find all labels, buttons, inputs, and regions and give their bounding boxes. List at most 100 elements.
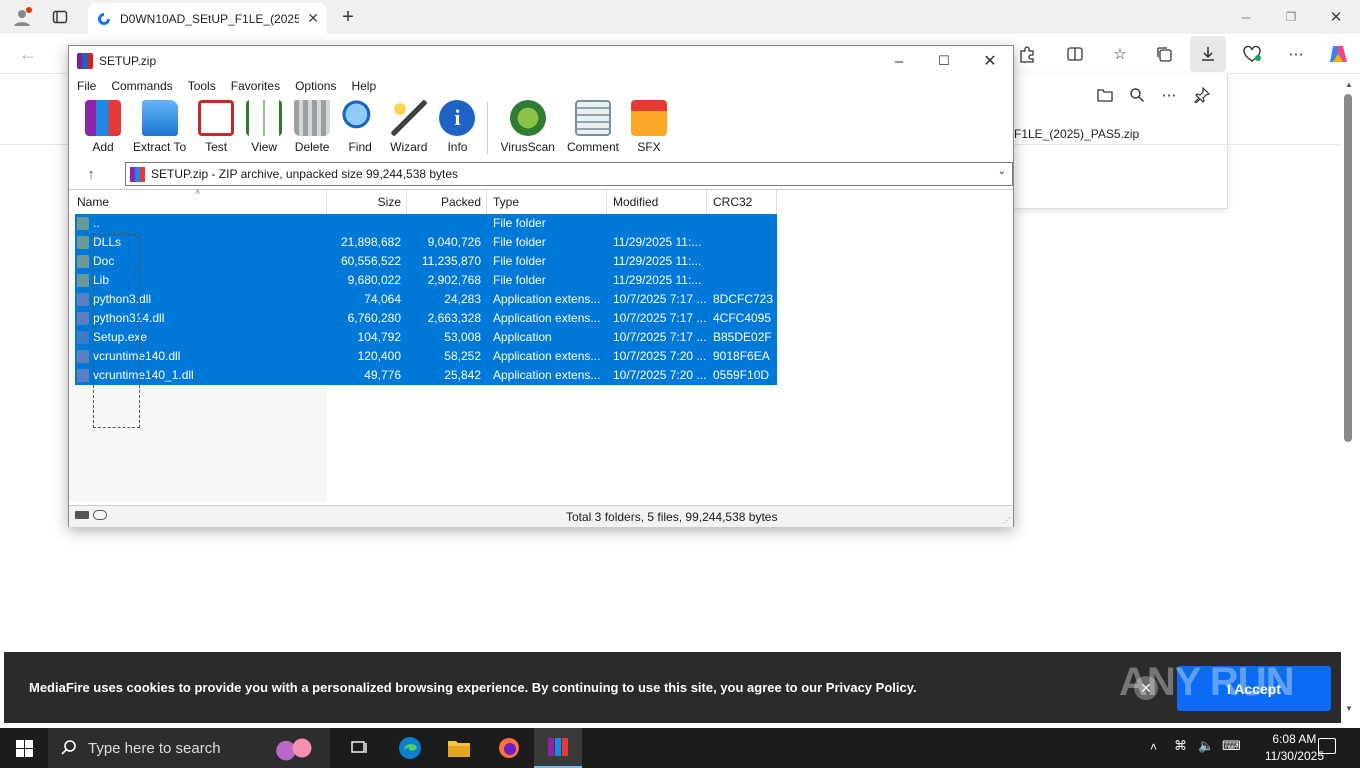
- tool-wizard-button[interactable]: Wizard: [384, 98, 433, 160]
- pin-icon[interactable]: [1188, 81, 1216, 109]
- minimize-icon[interactable]: –: [1232, 3, 1260, 31]
- more-menu-icon[interactable]: ⋯: [1282, 40, 1310, 68]
- drag-selection-rectangle: [93, 234, 140, 428]
- start-button[interactable]: [0, 728, 48, 768]
- virusscan-icon: [509, 100, 546, 136]
- view-book-icon: [246, 100, 283, 136]
- cell-size: 104,792: [357, 330, 401, 344]
- taskbar-search-box[interactable]: Type here to search: [48, 728, 330, 768]
- address-dropdown-icon[interactable]: ⌄: [998, 166, 1006, 177]
- scroll-down-icon[interactable]: ▼: [1345, 704, 1353, 713]
- show-hidden-icons-chevron-icon[interactable]: ˄: [1150, 740, 1157, 754]
- favorites-star-icon[interactable]: ☆: [1106, 40, 1134, 68]
- tool-delete-button[interactable]: Delete: [288, 98, 336, 160]
- menu-tools[interactable]: Tools: [188, 79, 216, 93]
- table-row[interactable]: DLLs 21,898,682 9,040,726 File folder 11/29/…: [75, 233, 777, 252]
- status-summary: Total 3 folders, 5 files, 99,244,538 byt…: [566, 510, 778, 524]
- folder-icon: [77, 255, 89, 268]
- cell-type: Application extens...: [493, 311, 601, 325]
- back-arrow-icon[interactable]: ←: [14, 40, 42, 68]
- cell-type: Application: [493, 330, 552, 344]
- winrar-close-icon[interactable]: ✕: [976, 47, 1004, 75]
- cell-type: Application extens...: [493, 368, 601, 382]
- tool-virusscan-button[interactable]: VirusScan: [494, 98, 560, 160]
- address-text: SETUP.zip - ZIP archive, unpacked size 9…: [151, 167, 459, 181]
- new-tab-icon[interactable]: +: [334, 3, 362, 31]
- collections-icon[interactable]: [1150, 40, 1178, 68]
- task-view-icon[interactable]: [336, 728, 384, 768]
- file-list: Name ˄ Size Packed Type Modified CRC32 .…: [69, 187, 1013, 502]
- menu-file[interactable]: File: [77, 79, 96, 93]
- winrar-taskbar-icon[interactable]: [534, 728, 582, 768]
- column-header-crc32[interactable]: CRC32: [707, 190, 777, 214]
- file-explorer-icon[interactable]: [435, 728, 483, 768]
- table-row[interactable]: .. File folder: [75, 214, 777, 233]
- menu-commands[interactable]: Commands: [111, 79, 172, 93]
- resize-grip-icon[interactable]: ⋰: [1003, 516, 1011, 525]
- cell-size: 120,400: [357, 349, 401, 363]
- tool-find-button[interactable]: Find: [336, 98, 384, 160]
- menu-favorites[interactable]: Favorites: [231, 79, 280, 93]
- table-row[interactable]: vcruntime140_1.dll 49,776 25,842 Applicatio…: [75, 366, 777, 385]
- tab-close-icon[interactable]: ✕: [307, 10, 319, 27]
- tool-view-button[interactable]: View: [240, 98, 288, 160]
- extensions-icon[interactable]: [1013, 40, 1041, 68]
- search-downloads-icon[interactable]: [1123, 81, 1151, 109]
- test-clipboard-icon: [198, 100, 235, 136]
- cell-modified: 11/29/2025 11:...: [613, 254, 702, 268]
- taskbar-clock[interactable]: 6:08 AM 11/30/2025: [1265, 731, 1324, 765]
- table-row[interactable]: vcruntime140.dll 120,400 58,252 Application…: [75, 347, 777, 366]
- column-header-type[interactable]: Type: [487, 190, 607, 214]
- sort-ascending-icon: ˄: [195, 187, 201, 197]
- winrar-minimize-icon[interactable]: –: [885, 47, 913, 75]
- table-row[interactable]: Lib 9,680,022 2,902,768 File folder 11/29/20…: [75, 271, 777, 290]
- table-row[interactable]: python3.dll 74,064 24,283 Application exten…: [75, 290, 777, 309]
- browser-tab-active[interactable]: D0WN10AD_SEtUP_F1LE_(2025)_PAS5 ✕: [88, 3, 327, 34]
- restore-icon[interactable]: ❐: [1277, 3, 1305, 31]
- profile-avatar-icon[interactable]: [8, 3, 36, 31]
- tool-extract-to-button[interactable]: Extract To: [127, 98, 192, 160]
- column-header-modified[interactable]: Modified: [607, 190, 707, 214]
- tool-comment-button[interactable]: Comment: [561, 98, 625, 160]
- downloads-panel: ⋯ F1LE_(2025)_PAS5.zip: [1013, 73, 1228, 209]
- menu-options[interactable]: Options: [295, 79, 336, 93]
- close-window-icon[interactable]: ✕: [1322, 3, 1350, 31]
- add-archive-icon: [85, 100, 121, 136]
- table-row[interactable]: python314.dll 6,760,280 2,663,328 Applicati…: [75, 309, 777, 328]
- page-scrollbar[interactable]: ▲ ▼: [1341, 80, 1355, 720]
- tool-info-button[interactable]: i Info: [433, 98, 481, 160]
- open-downloads-folder-icon[interactable]: [1091, 81, 1119, 109]
- column-header-packed[interactable]: Packed: [407, 190, 487, 214]
- keyboard-icon[interactable]: ⌨: [1222, 738, 1241, 754]
- winrar-maximize-icon[interactable]: ☐: [930, 47, 958, 75]
- up-folder-icon[interactable]: ↑: [77, 160, 105, 188]
- scrollbar-thumb[interactable]: [1344, 94, 1352, 442]
- cell-type: File folder: [493, 235, 546, 249]
- network-icon[interactable]: ⌘: [1174, 738, 1187, 754]
- split-screen-icon[interactable]: [1061, 40, 1089, 68]
- firefox-icon[interactable]: [485, 728, 533, 768]
- table-row[interactable]: Doc 60,556,522 11,235,870 File folder 11/29/…: [75, 252, 777, 271]
- tool-add-button[interactable]: Add: [79, 98, 127, 160]
- tab-title: D0WN10AD_SEtUP_F1LE_(2025)_PAS5: [120, 11, 300, 26]
- browser-essentials-icon[interactable]: [1238, 40, 1266, 68]
- notification-center-icon[interactable]: [1318, 738, 1336, 754]
- copilot-icon[interactable]: [1324, 40, 1352, 68]
- download-item-filename[interactable]: F1LE_(2025)_PAS5.zip: [1014, 127, 1139, 141]
- downloads-icon[interactable]: [1190, 36, 1226, 72]
- edge-taskbar-icon[interactable]: [386, 728, 434, 768]
- tool-test-button[interactable]: Test: [192, 98, 240, 160]
- address-combobox[interactable]: SETUP.zip - ZIP archive, unpacked size 9…: [125, 162, 1013, 186]
- volume-icon[interactable]: 🔈: [1198, 738, 1214, 754]
- tool-sfx-button[interactable]: SFX: [625, 98, 673, 160]
- cell-crc: B85DE02F: [713, 330, 772, 344]
- clock-date: 11/30/2025: [1264, 749, 1324, 763]
- cell-size: 9,680,022: [347, 273, 401, 287]
- menu-help[interactable]: Help: [351, 79, 376, 93]
- cell-crc: 9018F6EA: [713, 349, 770, 363]
- downloads-more-icon[interactable]: ⋯: [1155, 81, 1183, 109]
- tab-actions-icon[interactable]: [46, 3, 74, 31]
- column-header-size[interactable]: Size: [327, 190, 407, 214]
- table-row[interactable]: Setup.exe 104,792 53,008 Application 10/7/20…: [75, 328, 777, 347]
- scroll-up-icon[interactable]: ▲: [1345, 80, 1353, 89]
